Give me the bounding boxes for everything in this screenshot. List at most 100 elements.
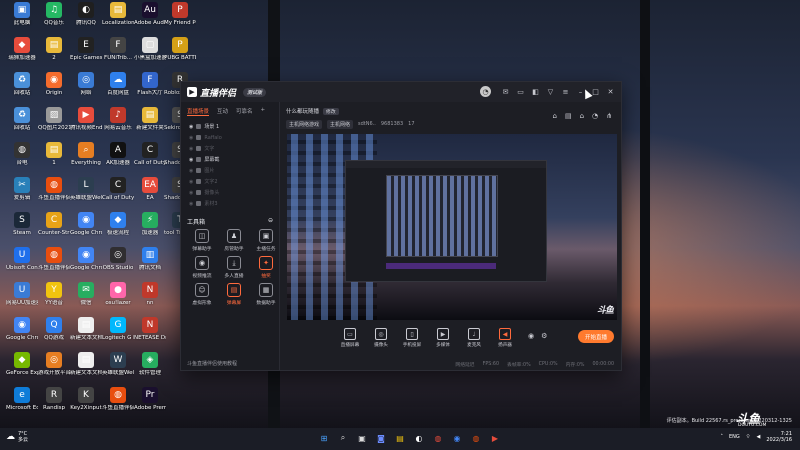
desktop-icon[interactable]: U Ubisoft Connect [6, 247, 38, 281]
network-icon[interactable]: ⌔ [746, 434, 751, 440]
desktop-icon[interactable]: ♻ 回收站 [6, 107, 38, 141]
desktop-icon[interactable]: ◍ 斗鱼直播伴侣工具 [38, 247, 70, 281]
video-app-icon[interactable]: ▶ [489, 432, 501, 444]
desktop-icon[interactable]: ◍ 斗鱼直播伴侣 [102, 387, 134, 421]
scene-item[interactable]: ◉ Raffalo [181, 132, 279, 143]
desktop-icon[interactable]: ✂ 爱剪辑 [6, 177, 38, 211]
menu-icon[interactable]: ≡ [561, 87, 570, 96]
add-scene-icon[interactable]: + [261, 107, 266, 116]
desktop-icon[interactable]: ▢ 小黑盒加速器 [134, 37, 166, 71]
desktop-icon[interactable]: ◉ Origin [38, 72, 70, 106]
desktop-icon[interactable]: R Randisp [38, 387, 70, 421]
desktop-icon[interactable]: ♫ QQ音乐 [38, 2, 70, 36]
scene-item[interactable]: ◉ 场景 1 [181, 121, 279, 132]
lock-icon[interactable]: ⌂ [580, 112, 584, 120]
desktop-icon[interactable]: ◉ Google Chrome [70, 212, 102, 246]
source-control-button[interactable]: ▯ 手机投屏 [402, 328, 422, 348]
desktop-icon[interactable]: ▨ QQ图片20210323... [38, 107, 70, 141]
edit-room-button[interactable]: 修改 [323, 107, 339, 115]
desktop-icon[interactable]: ☁ 百度网盘 [102, 72, 134, 106]
qq-icon[interactable]: ◐ [413, 432, 425, 444]
tab-other[interactable]: 可靠名 [236, 107, 253, 116]
desktop-icon[interactable]: ◉ Google Chrome [6, 317, 38, 351]
desktop-icon[interactable]: P My Friend Pedro [164, 2, 196, 36]
desktop-icon[interactable]: K Key2Xinput [70, 387, 102, 421]
toolbox-item[interactable]: ☺ 虚拟形象 [187, 283, 217, 306]
desktop-icon[interactable]: Nnn [134, 282, 166, 316]
toolbox-item[interactable]: ⤓ 多人直播 [219, 256, 249, 279]
desktop-icon[interactable]: ◐ 腾讯QQ [70, 2, 102, 36]
clipboard-icon[interactable]: ▤ [565, 112, 572, 120]
toolbox-item[interactable]: ▣ 主播任务 [251, 229, 281, 252]
task-view-icon[interactable]: ▣ [356, 432, 368, 444]
desktop-icon[interactable]: W 英雄联盟WeGame [102, 352, 134, 386]
desktop-icon[interactable]: C Call of Duty Black Op... [134, 142, 166, 176]
toolbox-item[interactable]: ✦ 抽奖 [251, 256, 281, 279]
desktop-icon[interactable]: ▣ 此电脑 [6, 2, 38, 36]
desktop-icon[interactable]: ⚡ 加速器 [134, 212, 166, 246]
close-icon[interactable]: ✕ [606, 87, 615, 96]
desktop-icon[interactable]: ▤ 新建文件夹 [134, 107, 166, 141]
desktop-icon[interactable]: ▤ 1 [38, 142, 70, 176]
douyu-app-icon[interactable]: ◍ [470, 432, 482, 444]
gift-icon[interactable]: ◧ [531, 87, 540, 96]
tab-scenes[interactable]: 直播场景 [187, 107, 210, 116]
scene-item[interactable]: ◉ 文字2 [181, 176, 279, 187]
desktop-icon[interactable]: ◆ GeForce Experience [6, 352, 38, 386]
desktop-icon[interactable]: A AK加速器 [102, 142, 134, 176]
desktop-icon[interactable]: C Counter-Strike Global Of... [38, 212, 70, 246]
eye-icon[interactable]: ◉ [189, 124, 193, 130]
desktop-icon[interactable]: L 英雄联盟WeGame [70, 177, 102, 211]
chat-icon[interactable]: ▭ [516, 87, 525, 96]
chevron-up-icon[interactable]: ˄ [721, 434, 724, 440]
scene-item[interactable]: ◉ 图片 [181, 165, 279, 176]
desktop-icon[interactable]: ◈ 软件管理 [134, 352, 166, 386]
desktop-icon[interactable]: ◆ 瑞狮加速器 [6, 37, 38, 71]
tutorial-link[interactable]: 斗鱼直播伴侣使用教程 [187, 360, 237, 367]
desktop-icon[interactable]: ▤ Localization [102, 2, 134, 36]
desktop-icon[interactable]: ◆ 极速流程 [102, 212, 134, 246]
desktop-icon[interactable]: ▥ 腾讯文档 [134, 247, 166, 281]
eye-icon[interactable]: ◉ [528, 332, 534, 340]
share-icon[interactable]: ⋔ [606, 112, 612, 120]
desktop-icon[interactable]: EA EA [134, 177, 166, 211]
toolbox-item[interactable]: ◫ 弹幕助手 [187, 229, 217, 252]
desktop-icon[interactable]: ◎ 游戏开放平台 [38, 352, 70, 386]
eye-icon[interactable]: ◉ [189, 201, 193, 207]
room-tag[interactable]: 主机网络 [327, 119, 354, 129]
desktop-icon[interactable]: U 网易UU加速器 [6, 282, 38, 316]
scene-item[interactable]: ◉ 文字 [181, 143, 279, 154]
desktop-icon[interactable]: Pr Adobe Premie... [134, 387, 166, 421]
skin-icon[interactable]: ▽ [546, 87, 555, 96]
source-control-button[interactable]: ◎ 摄像头 [371, 328, 391, 348]
desktop-icon[interactable]: Q QQ游戏 [38, 317, 70, 351]
desktop-icon[interactable]: E Epic Games Launcher [70, 37, 102, 71]
desktop-icon[interactable]: Au Adobe Audit... [134, 2, 166, 36]
desktop-icon[interactable]: ● osu!lazer [102, 282, 134, 316]
source-control-button[interactable]: ▶ 多媒体 [433, 328, 453, 348]
avatar[interactable]: ◔ [480, 86, 491, 97]
room-tag[interactable]: 主机网络游戏 [286, 119, 323, 129]
desktop-icon[interactable]: ◎ 网络 [70, 72, 102, 106]
eye-icon[interactable]: ◉ [189, 179, 193, 185]
desktop-icon[interactable]: ⌕ Everything [70, 142, 102, 176]
desktop-icon[interactable]: ◍ 台电 [6, 142, 38, 176]
desktop-icon[interactable]: ▶ 腾讯视频End [70, 107, 102, 141]
desktop-icon[interactable]: F FUNiTrib... [102, 37, 134, 71]
settings-icon[interactable]: ⚙ [541, 332, 547, 340]
file-explorer-icon[interactable]: ▤ [394, 432, 406, 444]
scene-item[interactable]: ◉ 素材3 [181, 198, 279, 209]
eye-icon[interactable]: ◉ [189, 146, 193, 152]
weather-widget[interactable]: ☁ 7°C 多云 [6, 431, 28, 443]
toolbox-item[interactable]: ▤ 弹幕屏 [219, 283, 249, 306]
scene-item[interactable]: ◉ 摄像头 [181, 187, 279, 198]
search-icon[interactable]: ⌕ [337, 432, 349, 444]
desktop-icon[interactable]: N NETEASE Driver [134, 317, 166, 351]
bell-icon[interactable]: ◔ [592, 112, 598, 120]
live-companion-window[interactable]: ▶ 直播伴侣 测试版 ◔ ✉ ▭ ◧ ▽ ≡ – □ ✕ 直播场景 互动 可靠名… [180, 81, 622, 371]
eye-icon[interactable]: ◉ [189, 190, 193, 196]
tab-interaction[interactable]: 互动 [217, 107, 228, 116]
desktop-icon[interactable]: P PUBG BATTLEGR... [164, 37, 196, 71]
message-icon[interactable]: ✉ [501, 87, 510, 96]
source-control-button[interactable]: ◀ 扬声器 [495, 328, 515, 348]
